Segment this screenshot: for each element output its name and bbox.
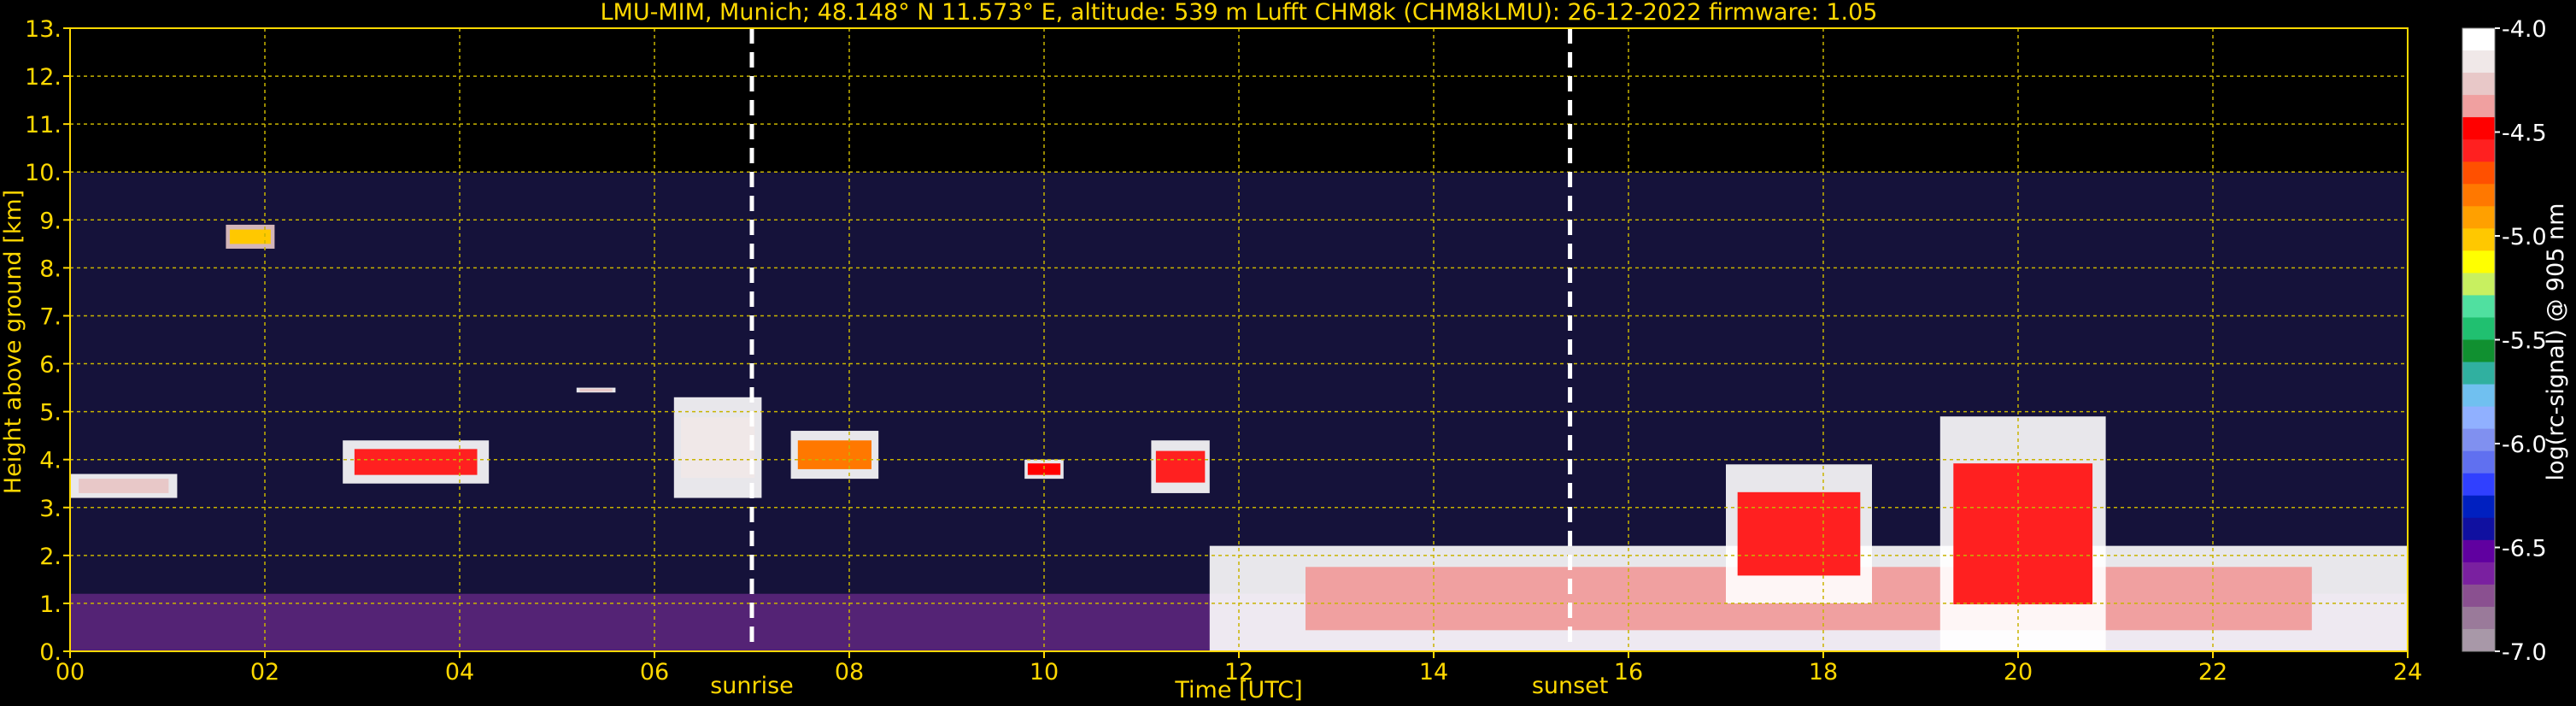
colorbar-segment xyxy=(2462,562,2495,585)
colorbar-segment xyxy=(2462,206,2495,229)
colorbar-segment xyxy=(2462,50,2495,74)
colorbar-segment xyxy=(2462,250,2495,274)
y-tick-label: 10. xyxy=(25,160,62,186)
cloud-layer xyxy=(79,479,169,493)
annotation-label: sunset xyxy=(1532,673,1609,699)
x-tick-label: 08 xyxy=(835,659,864,685)
colorbar-segment xyxy=(2462,117,2495,140)
x-tick-label: 24 xyxy=(2393,659,2422,685)
x-axis-label: Time [UTC] xyxy=(1174,677,1302,703)
colorbar-segment xyxy=(2462,406,2495,430)
colorbar-segment xyxy=(2462,228,2495,251)
x-tick-label: 16 xyxy=(1614,659,1643,685)
colorbar-segment xyxy=(2462,606,2495,630)
colorbar-tick-label: -4.0 xyxy=(2502,16,2547,43)
colorbar-segment xyxy=(2462,339,2495,363)
cloud-layer xyxy=(681,417,755,479)
colorbar-segment xyxy=(2462,517,2495,541)
colorbar-segment xyxy=(2462,584,2495,608)
colorbar-segment xyxy=(2462,317,2495,340)
y-tick-label: 0. xyxy=(39,639,62,666)
colorbar-tick-label: -5.0 xyxy=(2502,224,2547,250)
colorbar-segment xyxy=(2462,473,2495,497)
x-tick-label: 14 xyxy=(1419,659,1448,685)
colorbar-tick-label: -7.0 xyxy=(2502,639,2547,666)
y-tick-label: 13. xyxy=(25,16,62,43)
colorbar-segment xyxy=(2462,184,2495,207)
y-tick-label: 8. xyxy=(39,256,62,282)
y-tick-label: 7. xyxy=(39,303,62,330)
y-tick-label: 4. xyxy=(39,448,62,474)
y-tick-label: 1. xyxy=(39,591,62,618)
colorbar-segment xyxy=(2462,495,2495,519)
cloud-layer xyxy=(1953,463,2093,605)
x-tick-label: 04 xyxy=(445,659,474,685)
cloud-layer xyxy=(354,449,478,475)
y-axis-label: Height above ground [km] xyxy=(0,190,26,494)
x-tick-label: 20 xyxy=(2004,659,2033,685)
x-tick-label: 18 xyxy=(1809,659,1838,685)
colorbar-segment xyxy=(2462,73,2495,96)
colorbar-segment xyxy=(2462,295,2495,318)
x-tick-label: 02 xyxy=(250,659,279,685)
colorbar-segment xyxy=(2462,273,2495,296)
cloud-layer xyxy=(797,440,871,469)
cloud-layer xyxy=(579,388,613,392)
cloud-layer xyxy=(1737,491,1861,576)
y-tick-label: 9. xyxy=(39,208,62,234)
x-tick-label: 06 xyxy=(640,659,669,685)
colorbar-segment xyxy=(2462,539,2495,563)
colorbar-segment xyxy=(2462,428,2495,452)
ceilometer-chart: LMU-MIM, Munich; 48.148° N 11.573° E, al… xyxy=(0,0,2576,706)
y-tick-label: 5. xyxy=(39,400,62,427)
y-tick-label: 2. xyxy=(39,544,62,570)
colorbar-segment xyxy=(2462,139,2495,162)
colorbar-tick-label: -6.5 xyxy=(2502,536,2547,562)
colorbar-segment xyxy=(2462,95,2495,118)
colorbar-tick-label: -5.5 xyxy=(2502,328,2547,355)
x-tick-label: 22 xyxy=(2198,659,2227,685)
y-tick-label: 6. xyxy=(39,352,62,379)
colorbar-segment xyxy=(2462,362,2495,385)
x-tick-label: 10 xyxy=(1030,659,1059,685)
y-tick-label: 3. xyxy=(39,496,62,522)
colorbar-segment xyxy=(2462,450,2495,474)
colorbar-segment xyxy=(2462,628,2495,652)
colorbar-segment xyxy=(2462,162,2495,185)
y-tick-label: 12. xyxy=(25,64,62,91)
colorbar-segment xyxy=(2462,28,2495,51)
colorbar-tick-label: -6.0 xyxy=(2502,432,2547,458)
y-tick-label: 11. xyxy=(25,112,62,138)
colorbar-label: log(rc-signal) @ 905 nm xyxy=(2543,203,2569,481)
colorbar-segment xyxy=(2462,384,2495,408)
cloud-layer xyxy=(1155,450,1206,483)
chart-title: LMU-MIM, Munich; 48.148° N 11.573° E, al… xyxy=(601,0,1878,26)
annotation-label: sunrise xyxy=(710,673,794,699)
colorbar-tick-label: -4.5 xyxy=(2502,121,2547,147)
